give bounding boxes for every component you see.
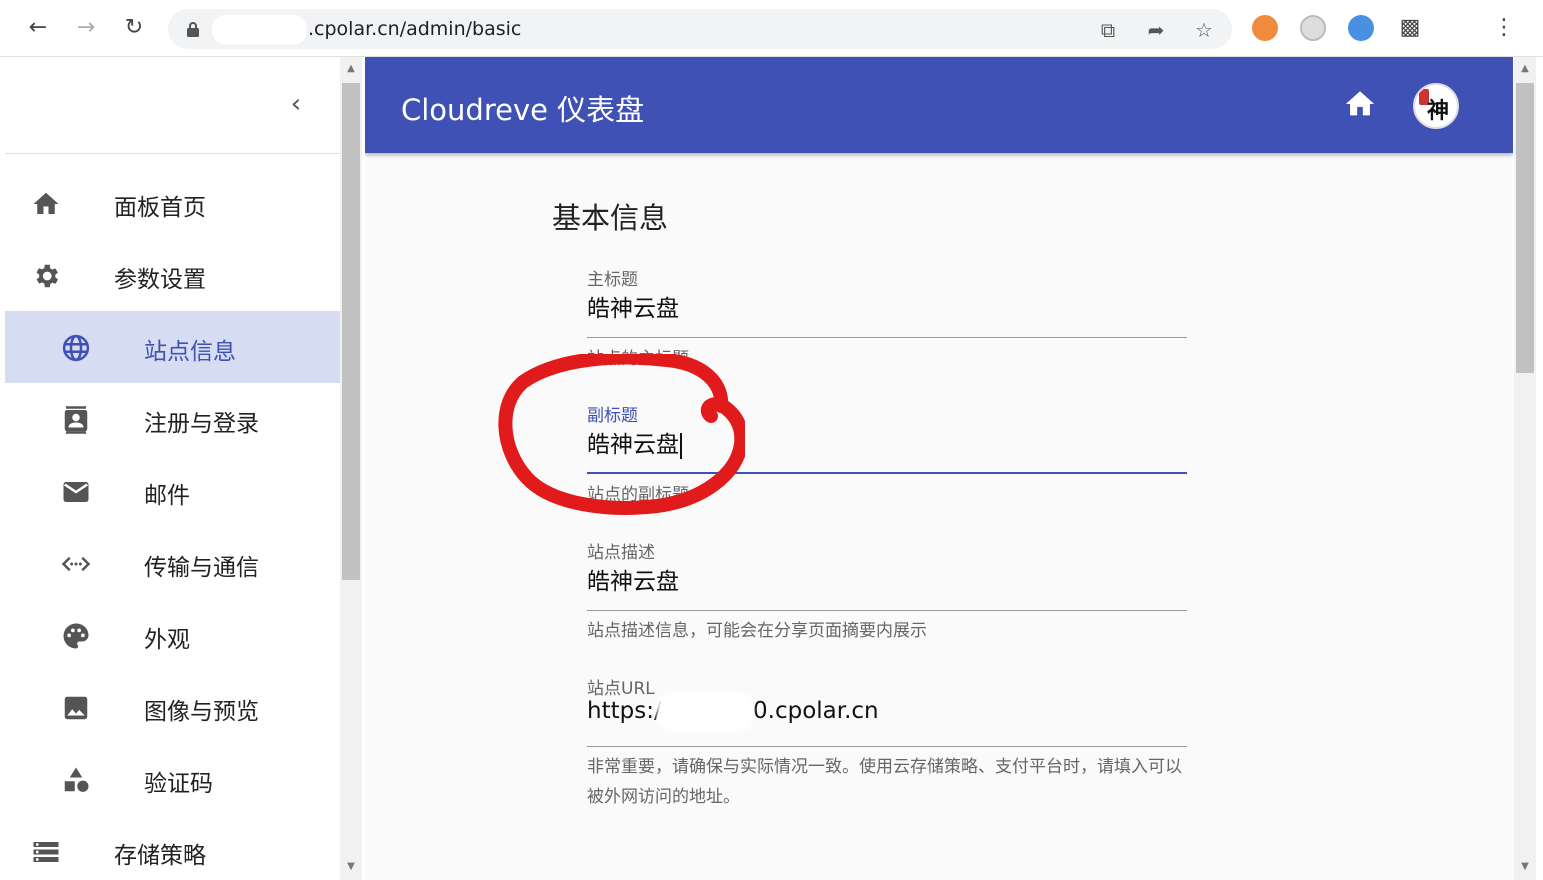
sidebar-item-label: 图像与预览 xyxy=(144,699,259,725)
scroll-up-icon[interactable]: ▲ xyxy=(340,59,362,79)
sidebar-item-site-info[interactable]: 站点信息 xyxy=(5,311,340,383)
divider xyxy=(5,153,340,154)
extension-icon[interactable] xyxy=(1300,15,1326,41)
extension-icon[interactable] xyxy=(1348,15,1374,41)
puzzle-icon[interactable]: ▩ xyxy=(1396,14,1424,42)
sidebar-item-register-login[interactable]: 注册与登录 xyxy=(5,383,340,455)
text-caret xyxy=(680,432,682,459)
field-label: 站点URL xyxy=(587,679,655,699)
field-help: 站点描述信息，可能会在分享页面摘要内展示 xyxy=(587,621,927,641)
globe-icon xyxy=(62,334,90,362)
app-bar: Cloudreve 仪表盘 神 xyxy=(365,57,1513,153)
sidebar: ‹ 面板首页 参数设置 站点信息 注册与登录 邮件 传输与通信 外观 图像与预览… xyxy=(5,57,340,880)
scrollbar-thumb[interactable] xyxy=(1516,83,1534,373)
sidebar-item-storage-policy[interactable]: 存储策略 xyxy=(5,815,340,880)
field-value[interactable]: 皓神云盘 xyxy=(587,562,679,596)
sidebar-item-label: 邮件 xyxy=(144,483,190,509)
scroll-down-icon[interactable]: ▼ xyxy=(1514,857,1536,877)
address-bar[interactable]: .cpolar.cn/admin/basic ⧉ ➦ ☆ xyxy=(168,9,1232,49)
main-content: Cloudreve 仪表盘 神 基本信息 主标题 皓神云盘 站点的主标题 副标题… xyxy=(365,57,1513,880)
main-scrollbar[interactable]: ▲ ▼ xyxy=(1514,57,1536,880)
page-title: Cloudreve 仪表盘 xyxy=(401,93,645,127)
sidebar-item-appearance[interactable]: 外观 xyxy=(5,599,340,671)
extension-icon[interactable] xyxy=(1252,15,1278,41)
scroll-up-icon[interactable]: ▲ xyxy=(1514,59,1536,79)
share-icon[interactable]: ➦ xyxy=(1144,18,1168,42)
sidebar-item-transfer[interactable]: 传输与通信 xyxy=(5,527,340,599)
contact-icon xyxy=(64,406,88,434)
field-label: 主标题 xyxy=(587,270,638,290)
reload-icon[interactable]: ↻ xyxy=(120,14,148,42)
field-help: 站点的副标题 xyxy=(587,485,689,505)
sidebar-item-label: 参数设置 xyxy=(114,267,206,293)
field-label: 副标题 xyxy=(587,406,638,426)
scroll-down-icon[interactable]: ▼ xyxy=(340,857,362,877)
field-help: 站点的主标题 xyxy=(587,349,689,369)
field-underline xyxy=(587,610,1187,611)
field-value[interactable]: https:/ 0.cpolar.cn xyxy=(587,698,879,724)
field-value-text: 皓神云盘 xyxy=(587,432,679,458)
lock-icon xyxy=(187,22,199,37)
storage-icon xyxy=(33,842,59,862)
section-title: 基本信息 xyxy=(552,201,669,235)
home-icon xyxy=(33,192,59,214)
main-title-field[interactable]: 主标题 皓神云盘 站点的主标题 xyxy=(587,265,1187,375)
sidebar-item-image-preview[interactable]: 图像与预览 xyxy=(5,671,340,743)
site-url-field[interactable]: 站点URL https:/ 0.cpolar.cn 非常重要，请确保与实际情况一… xyxy=(587,674,1187,834)
sidebar-item-dashboard[interactable]: 面板首页 xyxy=(5,167,340,239)
shapes-icon xyxy=(64,767,89,792)
sidebar-item-label: 验证码 xyxy=(144,771,213,797)
field-underline xyxy=(587,746,1187,747)
url-suffix: 0.cpolar.cn xyxy=(753,698,879,724)
sidebar-item-label: 站点信息 xyxy=(144,339,236,365)
field-value[interactable]: 皓神云盘 xyxy=(587,289,679,323)
home-icon[interactable] xyxy=(1343,87,1377,121)
avatar-text: 神 xyxy=(1427,98,1450,124)
redacted-subdomain xyxy=(212,15,307,45)
sidebar-item-settings[interactable]: 参数设置 xyxy=(5,239,340,311)
sidebar-item-label: 存储策略 xyxy=(114,843,206,869)
sidebar-item-mail[interactable]: 邮件 xyxy=(5,455,340,527)
sidebar-item-label: 传输与通信 xyxy=(144,555,259,581)
field-underline xyxy=(587,472,1187,474)
url-prefix: https:/ xyxy=(587,698,662,724)
site-description-field[interactable]: 站点描述 皓神云盘 站点描述信息，可能会在分享页面摘要内展示 xyxy=(587,538,1187,648)
avatar[interactable]: 神 xyxy=(1413,83,1459,129)
subtitle-field[interactable]: 副标题 皓神云盘 站点的副标题 xyxy=(587,401,1187,511)
back-icon[interactable]: ← xyxy=(24,14,52,42)
sidebar-item-captcha[interactable]: 验证码 xyxy=(5,743,340,815)
sidebar-item-label: 注册与登录 xyxy=(144,411,259,437)
field-label: 站点描述 xyxy=(587,543,655,563)
redacted-region xyxy=(657,692,753,732)
bookmark-star-icon[interactable]: ☆ xyxy=(1192,18,1216,42)
open-external-icon[interactable]: ⧉ xyxy=(1096,18,1120,42)
palette-icon xyxy=(63,623,89,649)
image-icon xyxy=(64,696,88,720)
url-text: .cpolar.cn/admin/basic xyxy=(308,18,522,40)
field-value[interactable]: 皓神云盘 xyxy=(587,425,682,459)
field-underline xyxy=(587,337,1187,338)
field-help: 非常重要，请确保与实际情况一致。使用云存储策略、支付平台时，请填入可以被外网访问… xyxy=(587,757,1182,807)
code-icon xyxy=(61,556,91,572)
gear-icon xyxy=(36,264,59,288)
forward-icon[interactable]: → xyxy=(72,14,100,42)
browser-toolbar: ← → ↻ .cpolar.cn/admin/basic ⧉ ➦ ☆ ▩ ⋮ xyxy=(0,0,1543,57)
sidebar-scrollbar[interactable]: ▲ ▼ xyxy=(340,57,362,880)
mail-icon xyxy=(63,482,89,502)
scrollbar-thumb[interactable] xyxy=(342,83,360,580)
sidebar-item-label: 面板首页 xyxy=(114,195,206,221)
more-vert-icon[interactable]: ⋮ xyxy=(1490,14,1518,42)
chevron-left-icon[interactable]: ‹ xyxy=(281,89,311,119)
sidebar-item-label: 外观 xyxy=(144,627,190,653)
